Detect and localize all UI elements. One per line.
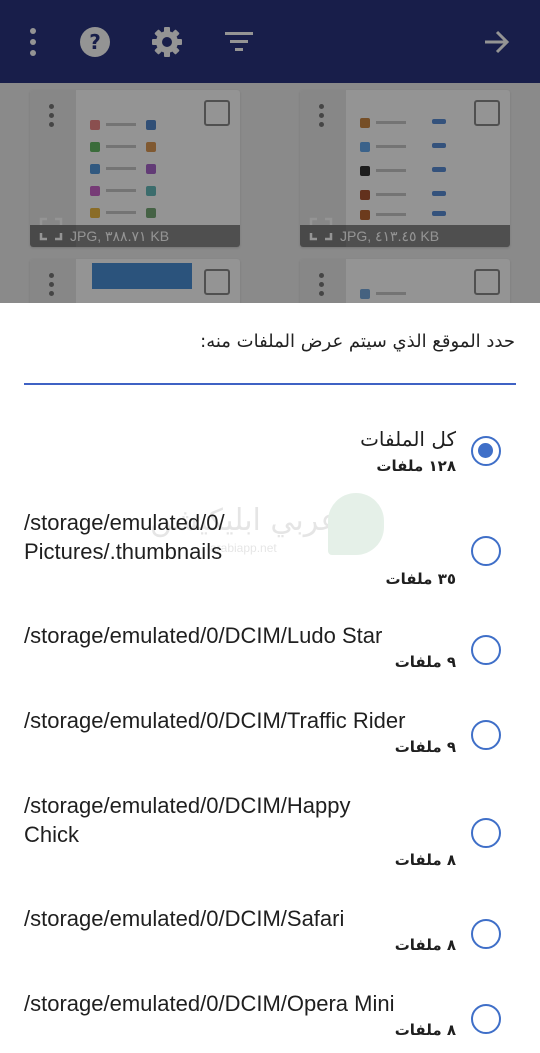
option-path-line: Chick [24, 822, 80, 847]
location-dialog: حدد الموقع الذي سيتم عرض الملفات منه: عر… [0, 303, 540, 1053]
radio-button[interactable] [471, 436, 501, 466]
location-option[interactable]: /storage/emulated/0/DCIM/Ludo Star ٩ ملف… [0, 621, 540, 681]
option-count: ٨ ملفات [394, 1021, 456, 1039]
dialog-title: حدد الموقع الذي سيتم عرض الملفات منه: [200, 331, 515, 352]
location-option[interactable]: /storage/emulated/0/ Pictures/.thumbnail… [0, 508, 540, 598]
option-path-line: /storage/emulated/0/ [24, 510, 225, 535]
option-path: /storage/emulated/0/DCIM/Ludo Star [24, 623, 383, 648]
option-path: /storage/emulated/0/DCIM/Happy Chick [24, 791, 454, 849]
radio-button[interactable] [471, 536, 501, 566]
option-count: ٩ ملفات [394, 738, 456, 756]
title-divider [24, 383, 516, 385]
option-path-line: Pictures/.thumbnails [24, 539, 223, 564]
location-option[interactable]: /storage/emulated/0/DCIM/Happy Chick ٨ م… [0, 791, 540, 881]
option-count: ٨ ملفات [394, 851, 456, 869]
option-path: /storage/emulated/0/DCIM/Opera Mini [24, 991, 395, 1016]
option-count: ١٢٨ ملفات [376, 457, 456, 475]
option-path-line: /storage/emulated/0/DCIM/Happy [24, 793, 351, 818]
option-path: /storage/emulated/0/DCIM/Traffic Rider [24, 708, 406, 733]
radio-button[interactable] [471, 720, 501, 750]
option-path: كل الملفات [360, 427, 456, 451]
option-count: ٨ ملفات [394, 936, 456, 954]
location-option[interactable]: /storage/emulated/0/DCIM/Safari ٨ ملفات [0, 904, 540, 964]
dialog-scrim[interactable] [0, 0, 540, 303]
option-count: ٣٥ ملفات [385, 570, 456, 588]
radio-button[interactable] [471, 1004, 501, 1034]
location-option[interactable]: /storage/emulated/0/DCIM/Opera Mini ٨ مل… [0, 989, 540, 1049]
radio-button[interactable] [471, 919, 501, 949]
location-option[interactable]: /storage/emulated/0/DCIM/Traffic Rider ٩… [0, 706, 540, 766]
option-count: ٩ ملفات [394, 653, 456, 671]
location-option-all[interactable]: كل الملفات ١٢٨ ملفات [0, 421, 540, 485]
option-path: /storage/emulated/0/ Pictures/.thumbnail… [24, 508, 454, 566]
option-path: /storage/emulated/0/DCIM/Safari [24, 906, 345, 931]
radio-button[interactable] [471, 818, 501, 848]
radio-button[interactable] [471, 635, 501, 665]
